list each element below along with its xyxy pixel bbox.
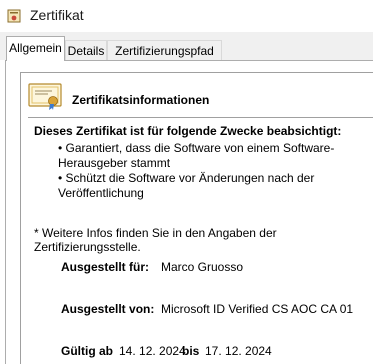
issued-to-label: Ausgestellt für: bbox=[61, 260, 150, 274]
purpose-line: • Schützt die Software vor Änderungen na… bbox=[58, 171, 315, 185]
certificate-icon bbox=[7, 9, 21, 23]
issued-to-value: Marco Gruosso bbox=[161, 260, 244, 274]
issued-by-label: Ausgestellt von: bbox=[61, 302, 155, 316]
tab-details[interactable]: Details bbox=[65, 40, 107, 60]
purpose-list: • Garantiert, dass die Software von eine… bbox=[58, 141, 358, 201]
certificate-info-frame bbox=[20, 72, 373, 364]
valid-from-value: 14. 12. 2024 bbox=[119, 344, 186, 358]
title-bar: Zertifikat bbox=[0, 0, 373, 32]
list-item: • Schützt die Software vor Änderungen na… bbox=[58, 171, 358, 201]
certificate-info-title: Zertifikatsinformationen bbox=[72, 93, 210, 107]
purpose-line: Veröffentlichung bbox=[58, 186, 144, 200]
tab-zertifizierungspfad[interactable]: Zertifizierungspfad bbox=[107, 40, 222, 60]
footnote: * Weitere Infos finden Sie in den Angabe… bbox=[34, 226, 277, 254]
purpose-heading: Dieses Zertifikat ist für folgende Zweck… bbox=[34, 124, 342, 138]
tab-allgemein[interactable]: Allgemein bbox=[6, 36, 65, 61]
window-title: Zertifikat bbox=[30, 7, 84, 23]
valid-to-label: bis bbox=[182, 344, 200, 358]
purpose-line: • Garantiert, dass die Software von eine… bbox=[58, 141, 335, 155]
divider bbox=[28, 117, 373, 118]
valid-to-value: 17. 12. 2024 bbox=[205, 344, 272, 358]
purpose-line: Herausgeber stammt bbox=[58, 156, 171, 170]
list-item: • Garantiert, dass die Software von eine… bbox=[58, 141, 358, 171]
certificate-icon bbox=[28, 83, 62, 110]
valid-from-label: Gültig ab bbox=[61, 344, 113, 358]
issued-by-value: Microsoft ID Verified CS AOC CA 01 bbox=[161, 302, 354, 316]
